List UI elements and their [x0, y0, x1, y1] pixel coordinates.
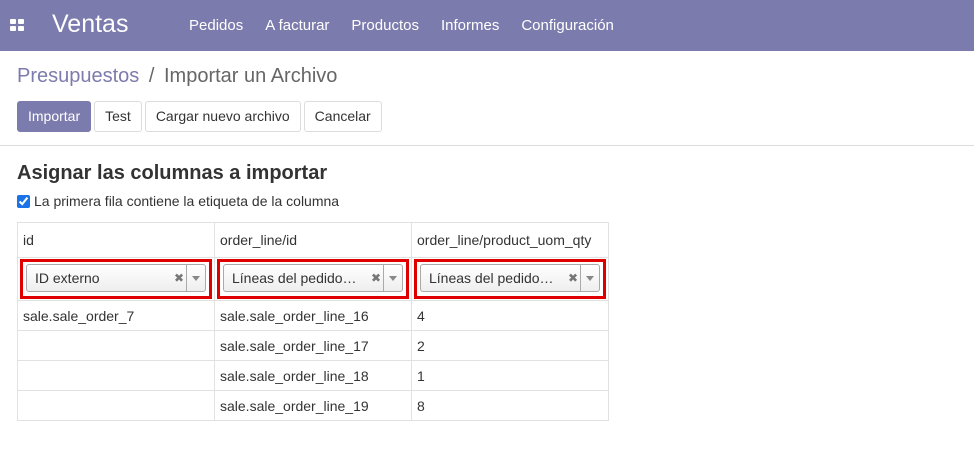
dropdown-arrow-icon[interactable] — [383, 265, 402, 291]
table-cell: sale.sale_order_line_17 — [214, 330, 412, 361]
main-menu: Pedidos A facturar Productos Informes Co… — [178, 0, 625, 51]
table-cell: sale.sale_order_line_19 — [214, 390, 412, 421]
field-select-value: Líneas del pedido… — [232, 270, 357, 286]
field-mapping-cell: Líneas del pedido… ✖ — [411, 257, 609, 301]
dropdown-arrow-icon[interactable] — [186, 265, 205, 291]
clear-icon[interactable]: ✖ — [172, 271, 186, 285]
table-cell — [17, 390, 215, 421]
table-cell — [17, 360, 215, 391]
field-mapping-row: ID externo ✖ Líneas del pedido… ✖ Líneas… — [17, 257, 609, 301]
field-select-id[interactable]: ID externo ✖ — [26, 264, 206, 292]
field-select-value: ID externo — [35, 270, 100, 286]
load-new-file-button[interactable]: Cargar nuevo archivo — [144, 101, 301, 132]
breadcrumb-separator: / — [148, 65, 155, 87]
import-preview-table: id order_line/id order_line/product_uom_… — [17, 222, 609, 421]
breadcrumb: Presupuestos / Importar un Archivo — [17, 65, 337, 88]
table-row: sale.sale_order_7 sale.sale_order_line_1… — [17, 300, 609, 331]
header-row-checkbox-label[interactable]: La primera fila contiene la etiqueta de … — [34, 193, 339, 209]
dropdown-arrow-icon[interactable] — [580, 265, 599, 291]
table-cell: sale.sale_order_7 — [17, 300, 215, 331]
control-panel: Presupuestos / Importar un Archivo Impor… — [0, 51, 974, 146]
import-button[interactable]: Importar — [17, 101, 92, 132]
section-title: Asignar las columnas a importar — [17, 162, 328, 184]
field-mapping-cell: ID externo ✖ — [17, 257, 215, 301]
import-content: Asignar las columnas a importar La prime… — [17, 162, 957, 209]
menu-item-productos[interactable]: Productos — [340, 17, 430, 34]
table-cell: 8 — [411, 390, 609, 421]
highlight-box: Líneas del pedido… ✖ — [217, 259, 409, 299]
test-button[interactable]: Test — [94, 101, 142, 132]
menu-item-pedidos[interactable]: Pedidos — [178, 17, 254, 34]
column-header: id — [17, 222, 215, 258]
table-row: sale.sale_order_line_17 2 — [17, 330, 609, 361]
table-header-row: id order_line/id order_line/product_uom_… — [17, 222, 609, 258]
cancel-button[interactable]: Cancelar — [303, 101, 382, 132]
field-select-order-line-qty[interactable]: Líneas del pedido… ✖ — [420, 264, 600, 292]
field-mapping-cell: Líneas del pedido… ✖ — [214, 257, 412, 301]
column-header: order_line/product_uom_qty — [411, 222, 609, 258]
app-name[interactable]: Ventas — [52, 10, 128, 39]
menu-item-configuracion[interactable]: Configuración — [510, 17, 625, 34]
menu-item-a-facturar[interactable]: A facturar — [254, 17, 340, 34]
top-navbar: Ventas Pedidos A facturar Productos Info… — [0, 0, 974, 51]
column-header: order_line/id — [214, 222, 412, 258]
field-select-order-line-id[interactable]: Líneas del pedido… ✖ — [223, 264, 403, 292]
table-row: sale.sale_order_line_18 1 — [17, 360, 609, 391]
header-row-checkbox[interactable] — [17, 194, 30, 208]
table-cell: sale.sale_order_line_18 — [214, 360, 412, 391]
menu-item-informes[interactable]: Informes — [430, 17, 510, 34]
table-row: sale.sale_order_line_19 8 — [17, 390, 609, 421]
breadcrumb-parent-link[interactable]: Presupuestos — [17, 65, 139, 87]
breadcrumb-current: Importar un Archivo — [163, 65, 338, 87]
clear-icon[interactable]: ✖ — [369, 271, 383, 285]
field-select-value: Líneas del pedido… — [429, 270, 554, 286]
action-buttons: Importar Test Cargar nuevo archivo Cance… — [17, 101, 385, 132]
table-cell: 2 — [411, 330, 609, 361]
table-cell: 1 — [411, 360, 609, 391]
table-cell: 4 — [411, 300, 609, 331]
highlight-box: Líneas del pedido… ✖ — [414, 259, 606, 299]
table-cell: sale.sale_order_line_16 — [214, 300, 412, 331]
clear-icon[interactable]: ✖ — [566, 271, 580, 285]
table-cell — [17, 330, 215, 361]
apps-menu-icon[interactable] — [10, 19, 24, 31]
highlight-box: ID externo ✖ — [20, 259, 212, 299]
header-row-option: La primera fila contiene la etiqueta de … — [17, 193, 957, 209]
